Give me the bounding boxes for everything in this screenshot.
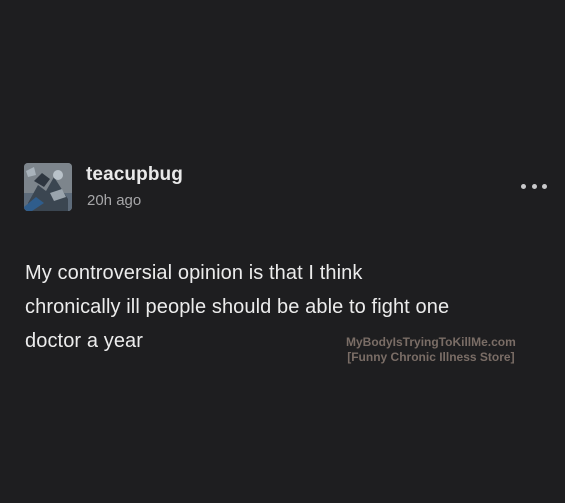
avatar[interactable] <box>24 163 72 211</box>
post-card: teacupbug 20h ago My controversial opini… <box>0 0 565 503</box>
post-body-line: My controversial opinion is that I think <box>25 262 363 284</box>
more-horizontal-icon-dot <box>542 183 547 189</box>
more-horizontal-icon-dot <box>531 183 537 189</box>
post-body-line: chronically ill people should be able to… <box>25 296 450 318</box>
post-timestamp: 20h ago <box>87 192 142 209</box>
watermark-site: MyBodyIsTryingToKillMe.com <box>346 335 516 349</box>
watermark-store: [Funny Chronic Illness Store] <box>347 350 515 364</box>
username[interactable]: teacupbug <box>86 164 183 186</box>
more-options-button[interactable] <box>518 176 550 196</box>
watermark: MyBodyIsTryingToKillMe.com [Funny Chroni… <box>346 335 516 365</box>
more-horizontal-icon <box>521 183 526 189</box>
avatar-image <box>24 163 72 211</box>
